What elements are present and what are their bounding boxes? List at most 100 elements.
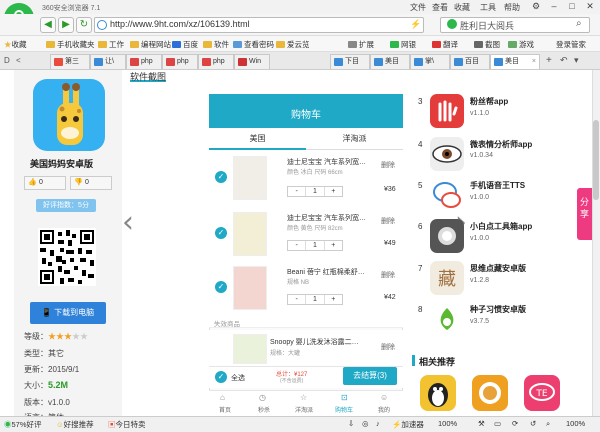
delete-button[interactable]: 删除 [381, 216, 395, 226]
quantity-stepper[interactable]: -1 + [287, 186, 343, 197]
close-button[interactable]: ✕ [582, 1, 598, 12]
delete-button[interactable]: 删除 [381, 342, 395, 352]
tab-7[interactable]: 美目 [370, 54, 410, 69]
delete-button[interactable]: 删除 [381, 270, 395, 280]
download-button[interactable]: 📱 下载到电脑 [30, 302, 106, 324]
tab-6[interactable]: 下目 [330, 54, 370, 69]
tab-8[interactable]: 掌\ [410, 54, 450, 69]
rank-app-name[interactable]: 思维点藏安卓版 [470, 263, 526, 274]
translate-button[interactable]: 翻译 [432, 39, 458, 50]
nav-cart[interactable]: 购物车 [335, 405, 353, 414]
nav-flash-sale[interactable]: 秒杀 [258, 405, 270, 414]
select-all-check-icon[interactable]: ✓ [215, 371, 227, 383]
rank-app-name[interactable]: 种子习惯安卓版 [470, 304, 526, 315]
tab-us[interactable]: 美国 [209, 128, 306, 150]
refresh-button[interactable]: ↻ [76, 17, 92, 33]
screenshot-button[interactable]: 截图 [474, 39, 500, 50]
undo-icon[interactable]: ↶ [560, 55, 568, 66]
bookmark-work[interactable]: 工作 [98, 39, 124, 50]
forward-button[interactable]: ▶ [58, 17, 74, 33]
tab-2[interactable]: php [126, 54, 162, 69]
zoom-main[interactable]: 100% [438, 419, 457, 428]
tab-list-icon[interactable]: ▾ [574, 55, 579, 66]
tab-1[interactable]: 让\ [90, 54, 126, 69]
lion-app-icon[interactable] [472, 375, 508, 411]
share-button[interactable]: 分享 [577, 188, 592, 240]
dislike-button[interactable]: 👎 0 [70, 176, 112, 190]
eye-app-icon[interactable] [430, 137, 464, 171]
bookmark-coding[interactable]: 编程网站 [130, 39, 171, 50]
today-sale-status[interactable]: ▣今日特卖 [108, 419, 146, 430]
nav-profile[interactable]: 我的 [378, 405, 390, 414]
item-title[interactable]: Beani 蓓宁 红瓶棉柔舒… [287, 267, 372, 277]
close-tab-icon[interactable]: × [532, 55, 536, 68]
voice-app-icon[interactable] [430, 178, 464, 212]
toolbox-app-icon[interactable] [430, 219, 464, 253]
nav-home[interactable]: 首页 [219, 405, 231, 414]
scrollbar-thumb[interactable] [593, 120, 599, 200]
prev-screenshot-icon[interactable]: ‹ [122, 205, 134, 240]
menu-favorites[interactable]: 收藏 [454, 2, 470, 13]
menu-view[interactable]: 查看 [432, 2, 448, 13]
quantity-stepper[interactable]: -1 + [287, 294, 343, 305]
quantity-stepper[interactable]: -1 + [287, 240, 343, 251]
rank-app-name[interactable]: 手机语音王TTS [470, 180, 525, 191]
item-title[interactable]: 迪士尼宝宝 汽车系列宽… [287, 213, 372, 223]
search-engine-icon[interactable] [447, 19, 457, 29]
flash-sale-icon[interactable]: ◷ [259, 393, 266, 402]
bookmark-software[interactable]: 软件 [203, 39, 229, 50]
minimize-button[interactable]: – [546, 1, 562, 12]
home-icon[interactable]: ⌂ [220, 393, 225, 402]
discover-icon[interactable]: ☆ [300, 393, 307, 402]
refresh-status-icon[interactable]: ↺ [530, 419, 536, 428]
speed-mode-icon[interactable]: ⚡ [410, 19, 421, 30]
bookmark-yunlan[interactable]: 爱云览 [276, 39, 310, 50]
check-icon[interactable]: ✓ [215, 227, 227, 239]
rank-app-name[interactable]: 粉丝帮app [470, 96, 508, 107]
mind-app-icon[interactable]: 藏 [430, 261, 464, 295]
download-status-icon[interactable]: ⇩ [348, 419, 354, 428]
select-all-label[interactable]: 全选 [231, 373, 245, 383]
rank-app-name[interactable]: 微表情分析师app [470, 139, 532, 150]
like-button[interactable]: 👍 0 [24, 176, 66, 190]
zoom-level[interactable]: 100% [566, 419, 585, 428]
extensions-button[interactable]: 扩展 [348, 39, 374, 50]
seed-app-icon[interactable] [430, 302, 464, 336]
rank-app-name[interactable]: 小白点工具箱app [470, 221, 532, 232]
tab-other[interactable]: 洋淘派 [306, 128, 403, 150]
new-tab-button[interactable]: + [546, 55, 552, 66]
checkout-button[interactable]: 去结算(3) [343, 367, 397, 385]
tab-4[interactable]: php [198, 54, 234, 69]
tools-icon[interactable]: ⚒ [478, 419, 485, 428]
recommend-status[interactable]: ☺好搜推荐 [56, 419, 94, 430]
bookmark-password[interactable]: 查看密码 [233, 39, 274, 50]
login-manager-button[interactable]: 登录管家 [556, 39, 586, 50]
profile-icon[interactable]: ☺ [380, 393, 388, 402]
tab-active[interactable]: 美目 × [490, 54, 540, 69]
cart-icon[interactable]: ⊡ [341, 393, 348, 402]
search-icon[interactable]: ⌕ [576, 18, 582, 29]
penguin-app-icon[interactable] [420, 375, 456, 411]
notification-icon[interactable]: ◎ [362, 419, 369, 428]
good-rate-status[interactable]: ◉57%好评 [4, 419, 42, 430]
maximize-button[interactable]: □ [564, 1, 580, 12]
check-icon[interactable]: ✓ [215, 171, 227, 183]
online-bank-button[interactable]: 网银 [390, 39, 416, 50]
tab-0[interactable]: 第三 [50, 54, 90, 69]
tab-scroll-left-icon[interactable]: < [16, 56, 21, 65]
menu-help[interactable]: 帮助 [504, 2, 520, 13]
search-status-icon[interactable]: ⌕ [546, 419, 550, 429]
skin-icon[interactable]: ⚙ [528, 1, 544, 12]
accelerator-status[interactable]: ⚡加速器 [392, 419, 424, 430]
nav-other[interactable]: 洋淘派 [295, 405, 313, 414]
check-icon[interactable]: ✓ [215, 281, 227, 293]
chat-app-icon[interactable]: TE [524, 375, 560, 411]
back-button[interactable]: ◀ [40, 17, 56, 33]
item-title[interactable]: 迪士尼宝宝 汽车系列宽… [287, 157, 372, 167]
bookmark-baidu[interactable]: 百度 [172, 39, 198, 50]
window-icon[interactable]: ▭ [494, 419, 501, 428]
fans-app-icon[interactable] [430, 94, 464, 128]
tab-menu-icon[interactable]: D [4, 56, 10, 65]
bookmark-mobile[interactable]: 手机收藏夹 [46, 39, 95, 50]
games-button[interactable]: 游戏 [508, 39, 534, 50]
